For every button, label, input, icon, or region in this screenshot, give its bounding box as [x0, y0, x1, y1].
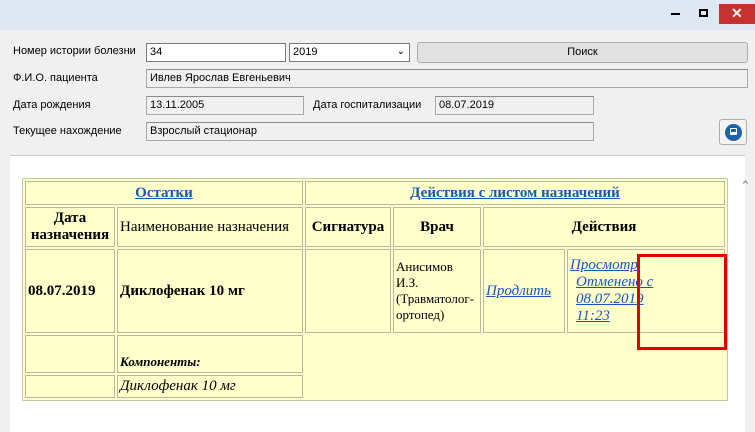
- window-titlebar: ✕: [0, 0, 755, 30]
- row-signature: [305, 249, 391, 333]
- header-actions: Действия: [483, 207, 725, 247]
- minimize-icon: [671, 13, 680, 15]
- highlight-box: [637, 254, 727, 350]
- birth-date-field: 13.11.2005: [146, 96, 304, 115]
- header-doctor: Врач: [393, 207, 481, 247]
- component-empty-cell: [25, 375, 115, 398]
- close-button[interactable]: ✕: [719, 4, 755, 24]
- chevron-down-icon: ⌄: [396, 46, 405, 57]
- case-number-input[interactable]: 34: [146, 43, 286, 62]
- tab-actions-cell: Действия с листом назначений: [305, 181, 725, 205]
- prescriptions-table: Остатки Действия с листом назначений Дат…: [22, 178, 728, 401]
- header-signature: Сигнатура: [305, 207, 391, 247]
- tab-actions[interactable]: Действия с листом назначений: [410, 185, 620, 201]
- maximize-icon: [699, 9, 708, 17]
- components-empty-cell: [25, 335, 115, 373]
- tab-remainders-cell: Остатки: [25, 181, 303, 205]
- minimize-button[interactable]: [663, 4, 688, 24]
- patient-name-field: Ивлев Ярослав Евгеньевич: [146, 69, 748, 88]
- close-icon: ✕: [731, 5, 743, 21]
- component-name: Диклофенак 10 мг: [117, 375, 303, 398]
- birth-date-label: Дата рождения: [13, 99, 91, 111]
- component-filler: [305, 375, 725, 398]
- row-doctor: Анисимов И.З. (Травматолог-ортопед): [393, 249, 481, 333]
- location-field: Взрослый стационар: [146, 122, 594, 141]
- search-button[interactable]: Поиск: [417, 42, 748, 63]
- header-date: Дата назначения: [25, 207, 115, 247]
- case-number-label: Номер истории болезни: [13, 45, 136, 57]
- maximize-button[interactable]: [691, 4, 716, 24]
- admission-date-label: Дата госпитализации: [313, 99, 422, 111]
- tab-remainders[interactable]: Остатки: [135, 185, 193, 201]
- admission-date-field: 08.07.2019: [435, 96, 594, 115]
- patient-name-label: Ф.И.О. пациента: [13, 72, 98, 84]
- view-link[interactable]: Просмотр: [570, 257, 638, 273]
- row-extend-cell: Продлить: [483, 249, 565, 333]
- info-button[interactable]: [719, 119, 747, 145]
- year-select-value: 2019: [293, 46, 318, 58]
- year-select[interactable]: 2019 ⌄: [289, 43, 410, 62]
- scroll-up-icon[interactable]: ⌃: [740, 178, 751, 194]
- header-name: Наименование назначения: [117, 207, 303, 247]
- row-date: 08.07.2019: [25, 249, 115, 333]
- extend-link[interactable]: Продлить: [486, 283, 551, 299]
- table-row: 08.07.2019 Диклофенак 10 мг Анисимов И.З…: [25, 249, 725, 333]
- components-label: Компоненты:: [117, 335, 303, 373]
- info-icon: [725, 124, 742, 141]
- location-label: Текущее нахождение: [13, 125, 122, 137]
- row-name: Диклофенак 10 мг: [117, 249, 303, 333]
